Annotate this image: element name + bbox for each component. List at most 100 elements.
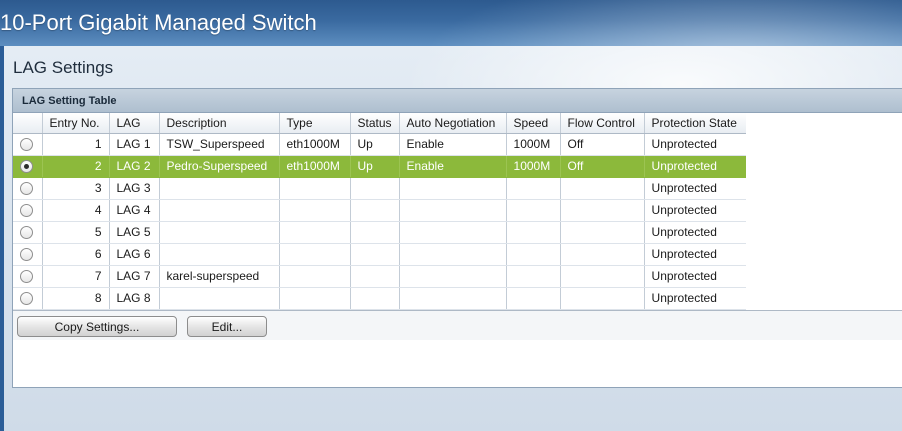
cell-entry-no: 1 <box>42 133 110 156</box>
cell-type <box>279 221 351 244</box>
table-row[interactable]: 1 LAG 1 TSW_Superspeed eth1000M Up Enable 1000… <box>13 133 747 156</box>
row-select-radio[interactable] <box>20 204 33 218</box>
col-header-flow-control[interactable]: Flow Control <box>560 113 645 134</box>
cell-protection-state: Unprotected <box>644 221 747 244</box>
table-row[interactable]: 2 LAG 2 Pedro-Superspeed eth1000M Up Enable 10… <box>13 155 747 178</box>
top-banner: 10-Port Gigabit Managed Switch <box>0 0 902 46</box>
row-select-radio[interactable] <box>20 138 33 152</box>
cell-speed <box>506 177 561 200</box>
cell-description <box>159 287 280 310</box>
cell-status <box>350 243 400 266</box>
cell-speed <box>506 287 561 310</box>
cell-protection-state: Unprotected <box>644 155 747 178</box>
cell-speed: 1000M <box>506 155 561 178</box>
cell-flow-control <box>560 287 645 310</box>
col-header-description[interactable]: Description <box>159 113 280 134</box>
cell-type <box>279 177 351 200</box>
cell-description <box>159 177 280 200</box>
cell-type: eth1000M <box>279 133 351 156</box>
cell-entry-no: 5 <box>42 221 110 244</box>
lag-table: Entry No. LAG Description Type Status Au… <box>13 113 747 310</box>
cell-auto-negotiation <box>399 265 507 288</box>
table-row[interactable]: 3 LAG 3 Unprotected <box>13 177 747 200</box>
table-row[interactable]: 8 LAG 8 Unprotected <box>13 287 747 310</box>
cell-lag: LAG 1 <box>109 133 160 156</box>
col-header-status[interactable]: Status <box>350 113 400 134</box>
cell-status <box>350 265 400 288</box>
row-select-cell <box>13 199 43 222</box>
table-row[interactable]: 6 LAG 6 Unprotected <box>13 243 747 266</box>
cell-description: karel-superspeed <box>159 265 280 288</box>
row-select-radio[interactable] <box>20 292 33 306</box>
row-select-radio[interactable] <box>20 248 33 262</box>
cell-flow-control: Off <box>560 155 645 178</box>
cell-flow-control <box>560 265 645 288</box>
cell-entry-no: 3 <box>42 177 110 200</box>
row-select-radio[interactable] <box>20 160 33 174</box>
cell-auto-negotiation <box>399 243 507 266</box>
cell-lag: LAG 7 <box>109 265 160 288</box>
col-header-type[interactable]: Type <box>279 113 351 134</box>
cell-status: Up <box>350 133 400 156</box>
cell-lag: LAG 5 <box>109 221 160 244</box>
cell-lag: LAG 3 <box>109 177 160 200</box>
cell-flow-control <box>560 199 645 222</box>
cell-speed <box>506 221 561 244</box>
cell-status <box>350 221 400 244</box>
cell-protection-state: Unprotected <box>644 199 747 222</box>
cell-auto-negotiation: Enable <box>399 155 507 178</box>
cell-auto-negotiation <box>399 177 507 200</box>
table-row[interactable]: 5 LAG 5 Unprotected <box>13 221 747 244</box>
col-header-speed[interactable]: Speed <box>506 113 561 134</box>
row-select-cell <box>13 265 43 288</box>
table-row[interactable]: 7 LAG 7 karel-superspeed Unprotected <box>13 265 747 288</box>
cell-protection-state: Unprotected <box>644 133 747 156</box>
row-select-cell <box>13 155 43 178</box>
cell-entry-no: 2 <box>42 155 110 178</box>
row-select-cell <box>13 243 43 266</box>
page-title: LAG Settings <box>13 58 114 77</box>
row-select-radio[interactable] <box>20 182 33 196</box>
cell-description: TSW_Superspeed <box>159 133 280 156</box>
button-bar: Copy Settings... Edit... <box>13 310 902 340</box>
cell-protection-state: Unprotected <box>644 287 747 310</box>
cell-speed <box>506 243 561 266</box>
copy-settings-button[interactable]: Copy Settings... <box>17 316 177 337</box>
col-header-auto-negotiation[interactable]: Auto Negotiation <box>399 113 507 134</box>
cell-lag: LAG 6 <box>109 243 160 266</box>
row-select-cell <box>13 287 43 310</box>
row-select-radio[interactable] <box>20 226 33 240</box>
col-header-select <box>13 113 43 134</box>
cell-auto-negotiation: Enable <box>399 133 507 156</box>
cell-description: Pedro-Superspeed <box>159 155 280 178</box>
col-header-lag[interactable]: LAG <box>109 113 160 134</box>
cell-type <box>279 199 351 222</box>
cell-auto-negotiation <box>399 287 507 310</box>
cell-flow-control <box>560 221 645 244</box>
cell-type <box>279 265 351 288</box>
row-select-cell <box>13 133 43 156</box>
row-select-radio[interactable] <box>20 270 33 284</box>
cell-lag: LAG 2 <box>109 155 160 178</box>
panel-header: LAG Setting Table <box>13 89 902 113</box>
col-header-protection-state[interactable]: Protection State <box>644 113 747 134</box>
cell-auto-negotiation <box>399 221 507 244</box>
cell-protection-state: Unprotected <box>644 265 747 288</box>
cell-lag: LAG 8 <box>109 287 160 310</box>
cell-entry-no: 8 <box>42 287 110 310</box>
cell-flow-control <box>560 243 645 266</box>
cell-status: Up <box>350 155 400 178</box>
edit-button[interactable]: Edit... <box>187 316 267 337</box>
cell-status <box>350 177 400 200</box>
col-header-entry-no[interactable]: Entry No. <box>42 113 110 134</box>
cell-speed <box>506 199 561 222</box>
lag-setting-panel: LAG Setting Table Entry No. LAG Descript… <box>12 88 902 388</box>
cell-type <box>279 243 351 266</box>
table-row[interactable]: 4 LAG 4 Unprotected <box>13 199 747 222</box>
cell-lag: LAG 4 <box>109 199 160 222</box>
app-title: 10-Port Gigabit Managed Switch <box>0 10 317 35</box>
table-header-row: Entry No. LAG Description Type Status Au… <box>13 113 747 134</box>
cell-type <box>279 287 351 310</box>
cell-flow-control <box>560 177 645 200</box>
cell-description <box>159 199 280 222</box>
